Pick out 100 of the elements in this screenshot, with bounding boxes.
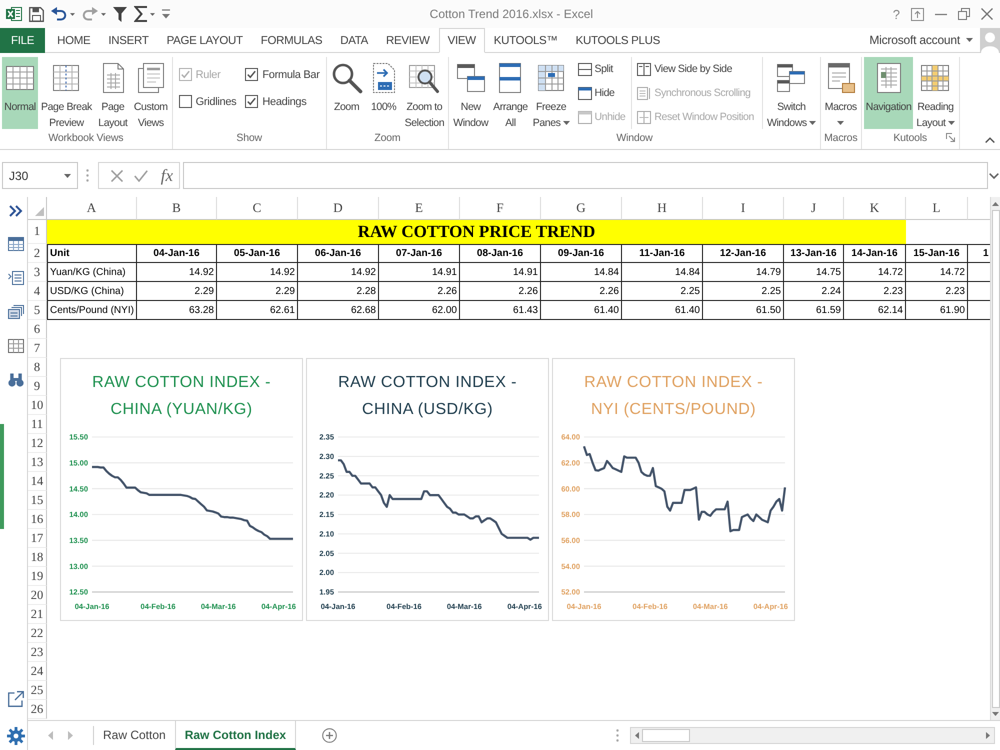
row-header[interactable]: 15 [28, 491, 47, 510]
customize-icon[interactable] [162, 9, 170, 19]
add-sheet-icon[interactable] [322, 728, 338, 743]
cancel-icon[interactable] [111, 170, 123, 182]
up-triangle-icon[interactable] [992, 202, 999, 206]
row-header[interactable]: 16 [28, 510, 47, 529]
ribbon-display-icon[interactable] [911, 8, 924, 20]
scrollbar-thumb[interactable] [642, 729, 690, 742]
ribbon-tab[interactable]: REVIEW [377, 28, 439, 53]
ribbon-tab[interactable]: KUTOOLS™ [484, 28, 567, 53]
caret-icon[interactable] [70, 12, 75, 16]
name-box[interactable]: J30 [2, 162, 78, 189]
row-header[interactable]: 17 [28, 529, 47, 548]
ribbon-tab[interactable]: INSERT [99, 28, 158, 53]
row-header[interactable]: 11 [28, 415, 47, 434]
column-header[interactable]: L [906, 197, 968, 220]
ribbon-button[interactable]: Freeze Panes [530, 57, 572, 129]
grip-icon[interactable] [616, 729, 619, 742]
file-tab[interactable]: FILE [0, 28, 46, 53]
row-header[interactable]: 9 [28, 377, 47, 396]
ribbon-button[interactable]: Custom Views [132, 57, 170, 129]
ribbon-button[interactable]: View Side by Side [635, 57, 756, 81]
chevron-down-icon[interactable] [989, 172, 999, 178]
row-header[interactable]: 10 [28, 396, 47, 415]
ribbon-button[interactable]: Hide [576, 81, 628, 105]
redo-icon[interactable] [82, 7, 98, 21]
row-header[interactable]: 20 [28, 586, 47, 605]
filter-icon[interactable] [113, 6, 127, 22]
ribbon-button[interactable]: Page Layout [94, 57, 131, 129]
row-header[interactable]: 14 [28, 472, 47, 491]
insert-function-button[interactable]: fx [158, 166, 175, 186]
row-header[interactable]: 12 [28, 434, 47, 453]
row-header[interactable]: 19 [28, 567, 47, 586]
ribbon-tab[interactable]: HOME [48, 28, 100, 53]
scrollbar-thumb[interactable] [992, 210, 1000, 708]
checkbox[interactable]: Formula Bar [245, 68, 320, 81]
row-header[interactable]: 25 [28, 681, 47, 700]
undo-icon[interactable] [51, 7, 67, 21]
account-menu[interactable]: Microsoft account [865, 28, 980, 52]
grid-icon[interactable] [8, 339, 24, 353]
row-header[interactable]: 24 [28, 662, 47, 681]
checkbox[interactable]: Gridlines [178, 95, 236, 108]
dialog-launcher-icon[interactable] [946, 133, 955, 142]
sheet-tab[interactable]: Raw Cotton [94, 721, 175, 750]
left-triangle-icon[interactable] [635, 732, 639, 739]
vertical-scrollbar[interactable] [990, 197, 1000, 720]
ribbon-tab[interactable]: PAGE LAYOUT [158, 28, 252, 53]
row-header[interactable]: 23 [28, 643, 47, 662]
ribbon-button[interactable]: Page Break Preview [39, 57, 94, 129]
stacked-pages-icon[interactable] [8, 305, 24, 319]
ribbon-button[interactable]: 100% [366, 57, 402, 129]
checkmark-icon[interactable] [134, 170, 148, 182]
caret-icon[interactable] [101, 12, 106, 16]
binoculars-icon[interactable] [8, 373, 24, 387]
chevron-up-icon[interactable] [985, 137, 995, 143]
row-header[interactable]: 4 [28, 282, 47, 301]
grip-icon[interactable] [86, 169, 89, 182]
formula-input[interactable] [183, 162, 988, 189]
ribbon-button[interactable]: Macros [822, 57, 859, 129]
row-header[interactable]: 5 [28, 301, 47, 320]
caret-icon[interactable] [150, 12, 155, 16]
ribbon-button[interactable]: Zoom [328, 57, 365, 129]
ribbon-button[interactable]: Reading Layout [914, 57, 957, 129]
row-header[interactable]: 6 [28, 320, 47, 339]
right-triangle-icon[interactable] [986, 732, 990, 739]
ribbon-button[interactable]: Split [576, 57, 628, 81]
row-header[interactable]: 21 [28, 605, 47, 624]
row-header[interactable]: 26 [28, 700, 47, 719]
list-icon[interactable] [8, 271, 24, 285]
ribbon-button[interactable]: Arrange All [491, 57, 530, 129]
ribbon-button[interactable]: Zoom to Selection [402, 57, 446, 129]
sheet-tab[interactable]: Raw Cotton Index [174, 721, 296, 750]
close-icon[interactable] [981, 8, 993, 20]
row-header[interactable]: 8 [28, 358, 47, 377]
restore-icon[interactable] [958, 8, 970, 20]
sum-icon[interactable] [134, 6, 147, 22]
external-link-icon[interactable] [8, 691, 24, 707]
down-triangle-icon[interactable] [992, 712, 999, 716]
ribbon-button[interactable]: Navigation [864, 57, 914, 129]
ribbon-tab[interactable]: VIEW [438, 28, 485, 53]
ribbon-button[interactable]: Normal [2, 57, 38, 129]
horizontal-scrollbar[interactable] [630, 727, 995, 744]
row-header[interactable]: 7 [28, 339, 47, 358]
pane-handle[interactable] [0, 424, 4, 529]
gear-icon[interactable] [6, 727, 24, 745]
row-header[interactable]: 13 [28, 453, 47, 472]
double-chevron-icon[interactable] [8, 205, 22, 217]
ribbon-tab[interactable]: FORMULAS [252, 28, 332, 53]
table-cell: 63.28 [137, 301, 217, 320]
row-header[interactable]: 2 [28, 244, 47, 263]
save-icon[interactable] [29, 6, 44, 22]
checkbox[interactable]: Headings [245, 95, 320, 108]
ribbon-tab[interactable]: DATA [331, 28, 377, 53]
row-header[interactable]: 18 [28, 548, 47, 567]
table-icon[interactable] [8, 237, 24, 251]
ribbon-button[interactable]: Switch Windows [762, 57, 818, 129]
ribbon-tab[interactable]: KUTOOLS PLUS [566, 28, 670, 53]
row-header[interactable]: 3 [28, 263, 47, 282]
row-header[interactable]: 22 [28, 624, 47, 643]
ribbon-button[interactable]: New Window [451, 57, 490, 129]
